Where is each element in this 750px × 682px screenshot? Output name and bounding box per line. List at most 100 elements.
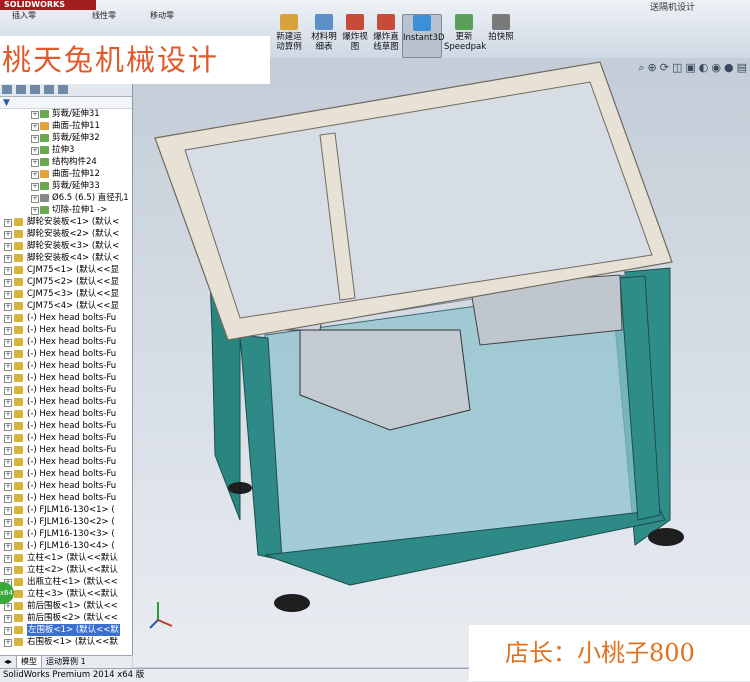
- expand-toggle-icon[interactable]: +: [4, 399, 12, 407]
- expand-toggle-icon[interactable]: +: [4, 231, 12, 239]
- tree-node[interactable]: + 脚轮安装板<4> (默认<: [0, 252, 131, 264]
- tree-node[interactable]: + 拉伸3: [0, 144, 131, 156]
- graphics-area[interactable]: ⌕⊕⟳◫▣◐◉●▤: [133, 58, 750, 667]
- bill-of-materials-button[interactable]: 材料明 细表: [308, 14, 340, 56]
- tree-node[interactable]: + 脚轮安装板<2> (默认<: [0, 228, 131, 240]
- exploded-view-button[interactable]: 爆炸视图: [340, 14, 370, 56]
- expand-toggle-icon[interactable]: +: [4, 471, 12, 479]
- expand-toggle-icon[interactable]: +: [4, 495, 12, 503]
- tree-node[interactable]: + (-) Hex head bolts-Fu: [0, 360, 131, 372]
- tree-node[interactable]: +出瓶立柱<1> (默认<<: [0, 576, 131, 588]
- tree-node[interactable]: + 切除-拉伸1 ->: [0, 204, 131, 216]
- instant3d-button[interactable]: Instant3D: [402, 14, 445, 58]
- expand-toggle-icon[interactable]: +: [4, 363, 12, 371]
- tree-node[interactable]: + (-) Hex head bolts-Fu: [0, 420, 131, 432]
- expand-toggle-icon[interactable]: +: [31, 183, 39, 191]
- expand-toggle-icon[interactable]: +: [31, 111, 39, 119]
- expand-toggle-icon[interactable]: +: [4, 543, 12, 551]
- tree-node[interactable]: + 右围板<1> (默认<<默: [0, 636, 131, 648]
- tree-node[interactable]: + 结构构件24: [0, 156, 131, 168]
- tree-node[interactable]: + (-) Hex head bolts-Fu: [0, 480, 131, 492]
- tree-node[interactable]: + (-) Hex head bolts-Fu: [0, 384, 131, 396]
- tree-node[interactable]: + (-) FJLM16-130<4> (: [0, 540, 131, 552]
- expand-toggle-icon[interactable]: +: [31, 123, 39, 131]
- tree-node[interactable]: + (-) Hex head bolts-Fu: [0, 468, 131, 480]
- filter-icon[interactable]: ▼: [3, 98, 10, 108]
- expand-toggle-icon[interactable]: +: [4, 555, 12, 563]
- expand-toggle-icon[interactable]: +: [31, 195, 39, 203]
- tree-node[interactable]: + 剪裁/延伸32: [0, 132, 131, 144]
- feature-manager-tab-icon[interactable]: [2, 85, 12, 94]
- tree-node[interactable]: + 曲面-拉伸11: [0, 120, 131, 132]
- expand-toggle-icon[interactable]: +: [4, 315, 12, 323]
- expand-toggle-icon[interactable]: +: [4, 423, 12, 431]
- expand-toggle-icon[interactable]: +: [31, 135, 39, 143]
- tree-node[interactable]: + 脚轮安装板<3> (默认<: [0, 240, 131, 252]
- tree-node[interactable]: + (-) Hex head bolts-Fu: [0, 492, 131, 504]
- expand-toggle-icon[interactable]: +: [4, 639, 12, 647]
- tree-node[interactable]: + (-) Hex head bolts-Fu: [0, 408, 131, 420]
- expand-toggle-icon[interactable]: +: [31, 207, 39, 215]
- move-component-button[interactable]: 移动零: [150, 10, 174, 21]
- tree-node[interactable]: + 立柱<2> (默认<<默认: [0, 564, 131, 576]
- expand-toggle-icon[interactable]: +: [4, 267, 12, 275]
- expand-toggle-icon[interactable]: +: [4, 447, 12, 455]
- take-snapshot-button[interactable]: 拍快照: [486, 14, 516, 56]
- property-manager-tab-icon[interactable]: [16, 85, 26, 94]
- tree-node[interactable]: + CJM75<3> (默认<<显: [0, 288, 131, 300]
- tree-node[interactable]: +立柱<3> (默认<<默认: [0, 588, 131, 600]
- display-manager-tab-icon[interactable]: [58, 85, 68, 94]
- expand-toggle-icon[interactable]: +: [4, 375, 12, 383]
- tree-node[interactable]: + (-) Hex head bolts-Fu: [0, 348, 131, 360]
- expand-toggle-icon[interactable]: +: [4, 291, 12, 299]
- expand-toggle-icon[interactable]: +: [31, 147, 39, 155]
- tree-node[interactable]: + 左围板<1> (默认<<默: [0, 624, 131, 636]
- config-manager-tab-icon[interactable]: [30, 85, 40, 94]
- tree-node[interactable]: + (-) Hex head bolts-Fu: [0, 372, 131, 384]
- expand-toggle-icon[interactable]: +: [4, 411, 12, 419]
- tree-node[interactable]: + (-) Hex head bolts-Fu: [0, 396, 131, 408]
- tree-node[interactable]: + 剪裁/延伸31: [0, 108, 131, 120]
- expand-toggle-icon[interactable]: +: [4, 303, 12, 311]
- tree-node[interactable]: + 前后围板<1> (默认<<: [0, 600, 131, 612]
- assembly-model[interactable]: [133, 58, 750, 667]
- tree-node[interactable]: + 前后围板<2> (默认<<: [0, 612, 131, 624]
- expand-toggle-icon[interactable]: +: [31, 159, 39, 167]
- linear-pattern-button[interactable]: 线性零: [92, 10, 116, 21]
- expand-toggle-icon[interactable]: +: [4, 339, 12, 347]
- tree-node[interactable]: + (-) Hex head bolts-Fu: [0, 336, 131, 348]
- tree-node[interactable]: + 剪裁/延伸33: [0, 180, 131, 192]
- expand-toggle-icon[interactable]: +: [4, 615, 12, 623]
- tree-node[interactable]: + (-) Hex head bolts-Fu: [0, 444, 131, 456]
- tree-node[interactable]: + CJM75<2> (默认<<显: [0, 276, 131, 288]
- tree-node[interactable]: + (-) FJLM16-130<2> (: [0, 516, 131, 528]
- expand-toggle-icon[interactable]: +: [31, 171, 39, 179]
- update-speedpak-button[interactable]: 更新 Speedpak: [444, 14, 486, 56]
- tree-node[interactable]: + (-) Hex head bolts-Fu: [0, 432, 131, 444]
- tree-node[interactable]: + (-) FJLM16-130<1> (: [0, 504, 131, 516]
- explode-line-sketch-button[interactable]: 爆炸直 线草图: [370, 14, 402, 56]
- tree-node[interactable]: + CJM75<1> (默认<<显: [0, 264, 131, 276]
- insert-component-button[interactable]: 插入零: [12, 10, 36, 21]
- tree-node[interactable]: + 脚轮安装板<1> (默认<: [0, 216, 131, 228]
- expand-toggle-icon[interactable]: +: [4, 567, 12, 575]
- expand-toggle-icon[interactable]: +: [4, 279, 12, 287]
- expand-toggle-icon[interactable]: +: [4, 459, 12, 467]
- expand-toggle-icon[interactable]: +: [4, 531, 12, 539]
- expand-toggle-icon[interactable]: +: [4, 219, 12, 227]
- expand-toggle-icon[interactable]: +: [4, 387, 12, 395]
- nav-arrows-icon[interactable]: ◂▸: [0, 656, 16, 668]
- tree-node[interactable]: + CJM75<4> (默认<<显: [0, 300, 131, 312]
- expand-toggle-icon[interactable]: +: [4, 255, 12, 263]
- expand-toggle-icon[interactable]: +: [4, 351, 12, 359]
- tree-node[interactable]: + Ø6.5 (6.5) 直径孔1: [0, 192, 131, 204]
- new-motion-study-button[interactable]: 新建运 动算例: [272, 14, 306, 56]
- expand-toggle-icon[interactable]: +: [4, 603, 12, 611]
- tree-node[interactable]: + (-) FJLM16-130<3> (: [0, 528, 131, 540]
- expand-toggle-icon[interactable]: +: [4, 627, 12, 635]
- tree-node[interactable]: + (-) Hex head bolts-Fu: [0, 312, 131, 324]
- dim-xpert-tab-icon[interactable]: [44, 85, 54, 94]
- tree-node[interactable]: + (-) Hex head bolts-Fu: [0, 456, 131, 468]
- expand-toggle-icon[interactable]: +: [4, 519, 12, 527]
- tree-node[interactable]: + (-) Hex head bolts-Fu: [0, 324, 131, 336]
